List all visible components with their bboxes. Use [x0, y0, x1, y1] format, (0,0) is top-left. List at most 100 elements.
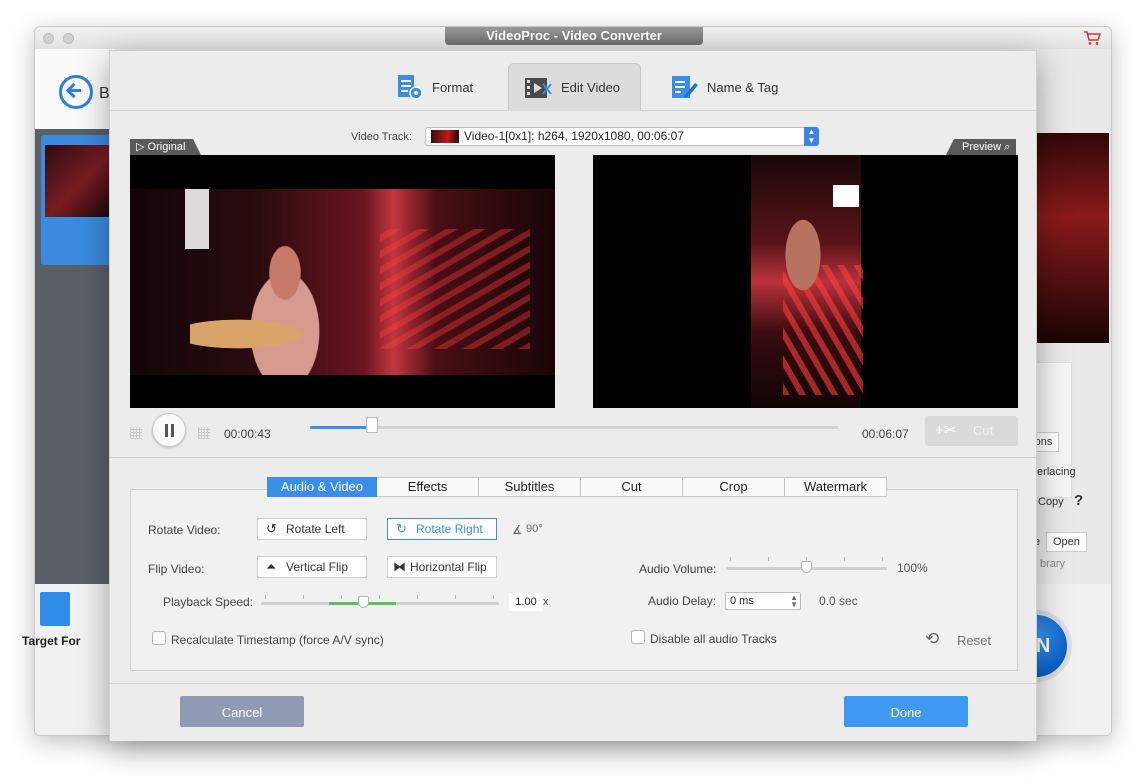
tab-format-label: Format — [432, 79, 474, 95]
speed-slider-ticks — [265, 595, 499, 599]
recalculate-timestamp-label: Recalculate Timestamp (force A/V sync) — [171, 633, 384, 647]
open-button[interactable]: Open — [1046, 532, 1087, 552]
preview-tag[interactable]: Preview ⌕ — [945, 139, 1017, 155]
rotate-left-label: Rotate Left — [286, 522, 345, 536]
close-window-button[interactable] — [43, 33, 54, 44]
rotate-video-label: Rotate Video: — [148, 523, 221, 537]
subtab-subtitles[interactable]: Subtitles — [479, 477, 581, 497]
name-tag-icon — [672, 76, 698, 98]
stage-lights — [380, 229, 530, 349]
playback-speed-input[interactable]: 1.00 — [509, 593, 543, 611]
horizontal-flip-button[interactable]: ⧓ Horizontal Flip — [387, 556, 497, 578]
rotate-right-icon: ↻ — [396, 521, 407, 536]
cut-button[interactable]: +✂ Cut — [925, 416, 1018, 446]
flip-video-label: Flip Video: — [148, 562, 205, 576]
search-icon: ⌕ — [1004, 141, 1011, 153]
vertical-flip-label: Vertical Flip — [286, 560, 349, 574]
recalculate-timestamp-checkbox[interactable] — [152, 631, 166, 645]
pause-button[interactable] — [152, 413, 186, 447]
original-tag: ▷ Original — [130, 139, 202, 155]
audio-volume-handle[interactable] — [800, 561, 812, 573]
rotate-right-label: Rotate Right — [416, 522, 483, 536]
copy-label: Copy — [1038, 496, 1064, 508]
prev-frame-icon[interactable] — [130, 427, 142, 439]
rotate-angle: 90° — [526, 523, 543, 535]
format-icon — [398, 75, 423, 100]
back-arrow-icon[interactable] — [59, 75, 93, 109]
original-video-scene — [130, 189, 555, 375]
tab-edit-video[interactable]: Edit Video — [508, 63, 641, 111]
stage-light — [185, 189, 209, 249]
next-frame-icon[interactable] — [198, 427, 210, 439]
subtab-effects[interactable]: Effects — [377, 477, 479, 497]
playback-speed-unit: x — [543, 596, 549, 608]
angle-icon: ∡ — [512, 523, 523, 537]
preview-label: Preview — [962, 141, 1002, 153]
horizontal-flip-label: Horizontal Flip — [410, 560, 487, 574]
tab-name-tag[interactable]: Name & Tag — [655, 63, 792, 111]
current-time: 00:00:43 — [224, 427, 271, 441]
subtab-watermark[interactable]: Watermark — [785, 477, 887, 497]
window-title: VideoProc - Video Converter — [445, 27, 703, 45]
seek-bar[interactable] — [310, 417, 838, 433]
cart-icon[interactable] — [1083, 30, 1101, 46]
audio-volume-value: 100% — [897, 561, 928, 575]
help-icon[interactable]: ? — [1074, 492, 1083, 509]
stepper-icon[interactable]: ▲ ▼ — [790, 594, 798, 609]
stage-light-rotated — [833, 185, 859, 207]
video-track-value: Video-1[0x1]: h264, 1920x1080, 00:06:07 — [464, 129, 684, 143]
library-label: brary — [1040, 558, 1066, 570]
tab-format[interactable]: Format — [380, 63, 487, 111]
audio-volume-label: Audio Volume: — [639, 562, 717, 576]
rotate-left-button[interactable]: ↺ Rotate Left — [257, 518, 367, 540]
playback-speed-handle[interactable] — [358, 596, 369, 608]
video-track-thumbnail — [431, 130, 459, 143]
main-titlebar: VideoProc - Video Converter — [35, 27, 1111, 49]
video-track-select[interactable]: Video-1[0x1]: h264, 1920x1080, 00:06:07 … — [425, 127, 819, 146]
total-time: 00:06:07 — [862, 427, 909, 441]
audio-delay-input[interactable]: 0 ms ▲ ▼ — [725, 592, 801, 610]
video-thumbnail — [45, 145, 109, 217]
disable-audio-checkbox[interactable] — [631, 630, 645, 644]
separator — [110, 457, 1036, 458]
edit-video-icon — [525, 77, 552, 98]
preview-video-frame — [593, 155, 1018, 408]
disable-audio-label: Disable all audio Tracks — [650, 632, 777, 646]
subtab-cut[interactable]: Cut — [581, 477, 683, 497]
audio-delay-seconds: 0.0 sec — [819, 594, 858, 608]
cancel-button[interactable]: Cancel — [180, 696, 304, 727]
subtab-audio-video[interactable]: Audio & Video — [267, 477, 377, 497]
target-format-icon[interactable] — [40, 592, 70, 626]
performer-rotated — [768, 185, 838, 325]
seek-progress — [310, 426, 372, 429]
cut-button-label: Cut — [973, 423, 994, 438]
subtab-crop[interactable]: Crop — [683, 477, 785, 497]
reset-icon[interactable]: ⟲ — [925, 629, 945, 649]
target-format-label[interactable]: Target For — [22, 634, 80, 648]
vertical-flip-button[interactable]: ⏶ Vertical Flip — [257, 556, 367, 578]
edit-video-dialog: Format Edit Video Name & Tag Video Track… — [109, 50, 1037, 741]
rotate-left-icon: ↺ — [266, 521, 277, 536]
audio-delay-label: Audio Delay: — [648, 594, 717, 608]
seek-handle[interactable] — [365, 417, 378, 433]
deinterlacing-label: terlacing — [1034, 466, 1076, 478]
main-preview-image — [1037, 133, 1109, 343]
minimize-window-button[interactable] — [63, 33, 74, 44]
vertical-flip-icon: ⏶ — [266, 559, 277, 574]
playback-speed-label: Playback Speed: — [163, 595, 254, 609]
video-track-label: Video Track: — [351, 131, 412, 143]
rotate-right-button[interactable]: ↻ Rotate Right — [387, 518, 497, 540]
reset-button[interactable]: Reset — [957, 633, 991, 648]
sub-tab-bar: Audio & Video Effects Subtitles Cut Crop… — [267, 477, 887, 497]
tab-name-tag-label: Name & Tag — [707, 79, 779, 95]
horizontal-flip-icon: ⧓ — [393, 559, 406, 574]
original-video-frame — [130, 155, 555, 408]
guitar — [190, 309, 350, 359]
scissors-icon: +✂ — [935, 422, 957, 439]
dialog-tab-bar: Format Edit Video Name & Tag — [110, 51, 1036, 111]
play-outline-icon: ▷ — [136, 141, 145, 153]
done-button[interactable]: Done — [844, 696, 968, 727]
select-arrows-icon: ▲ ▼ — [804, 127, 819, 146]
original-label: Original — [147, 141, 186, 153]
audio-delay-value: 0 ms — [730, 595, 754, 607]
